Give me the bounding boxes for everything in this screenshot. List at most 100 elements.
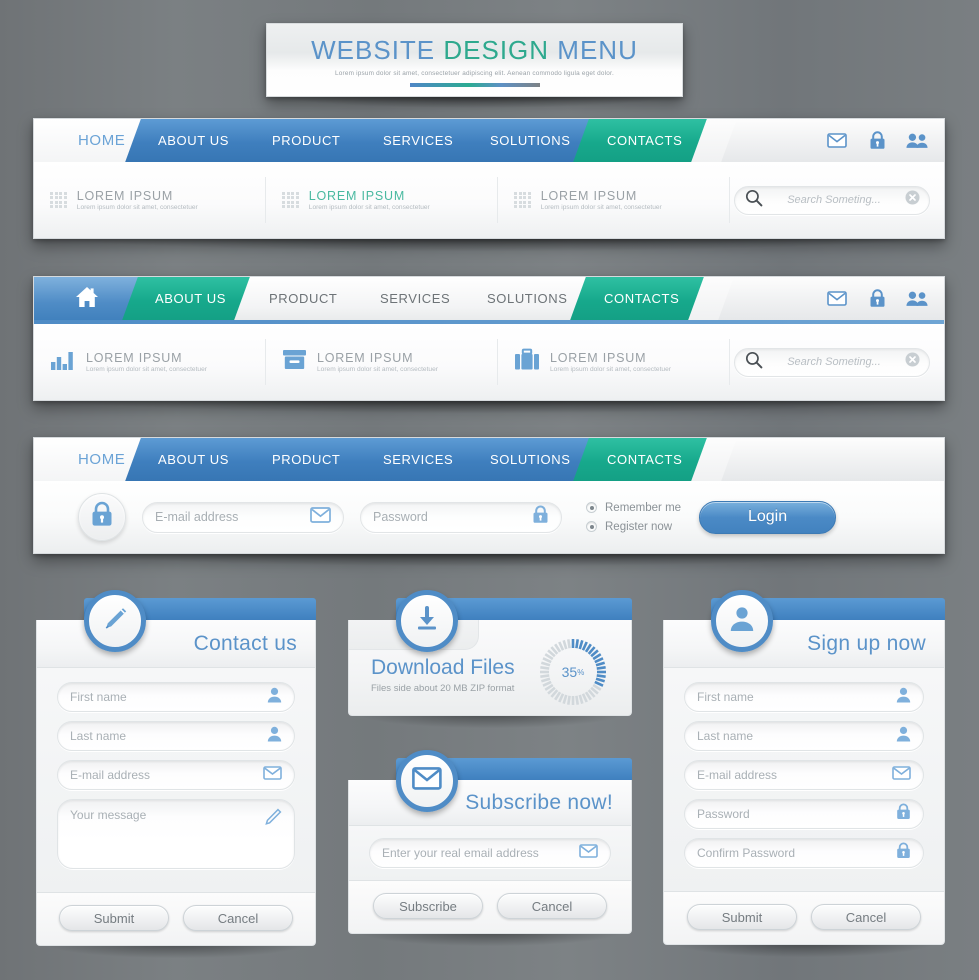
envelope-icon xyxy=(579,843,598,863)
signup-card-header: Sign up now xyxy=(663,620,945,668)
login-email-field[interactable]: E-mail address xyxy=(142,501,344,533)
subscribe-card-footer: Subscribe Cancel xyxy=(348,881,632,934)
subscribe-card-body: Enter your real email address xyxy=(348,826,632,881)
lock-icon[interactable] xyxy=(866,288,888,310)
navbar-1: HOME ABOUT US PRODUCT SERVICES SOLUTIONS… xyxy=(33,118,945,251)
contact-first-name-row: First name xyxy=(57,682,295,712)
contact-first-name-field[interactable]: First name xyxy=(57,682,295,712)
lock-icon[interactable] xyxy=(866,130,888,152)
contact-first-name-placeholder: First name xyxy=(70,690,127,704)
signup-email-field[interactable]: E-mail address xyxy=(684,760,924,790)
users-icon[interactable] xyxy=(906,288,928,310)
signup-first-name-field[interactable]: First name xyxy=(684,682,924,712)
subscribe-submit-button[interactable]: Subscribe xyxy=(373,893,483,919)
home-icon xyxy=(74,285,100,312)
user-icon xyxy=(729,605,755,637)
contact-submit-button[interactable]: Submit xyxy=(59,905,169,931)
lock-icon xyxy=(896,842,911,864)
nav2-feature-3[interactable]: LOREM IPSUM Lorem ipsum dolor sit amet, … xyxy=(498,339,730,385)
nav3-tab-contacts-label: CONTACTS xyxy=(607,452,684,467)
nav2-search-box[interactable]: Search Someting... xyxy=(734,347,930,377)
signup-submit-button[interactable]: Submit xyxy=(687,904,797,930)
nav2-feature-2-subtitle: Lorem ipsum dolor sit amet, consectetuer xyxy=(317,366,438,373)
pencil-icon xyxy=(265,808,282,830)
signup-last-name-placeholder: Last name xyxy=(697,729,754,743)
nav2-tab-services-label: SERVICES xyxy=(379,291,451,306)
envelope-icon[interactable] xyxy=(826,130,848,152)
contact-email-field[interactable]: E-mail address xyxy=(57,760,295,790)
nav1-feature-1[interactable]: LOREM IPSUM Lorem ipsum dolor sit amet, … xyxy=(34,177,266,223)
pencil-icon xyxy=(100,604,130,639)
signup-last-name-field[interactable]: Last name xyxy=(684,721,924,751)
contact-last-name-placeholder: Last name xyxy=(70,729,127,743)
login-options: Remember me Register now xyxy=(586,498,681,536)
register-now-label: Register now xyxy=(605,520,673,533)
envelope-icon[interactable] xyxy=(826,288,848,310)
nav1-feature-3-subtitle: Lorem ipsum dolor sit amet, consectetuer xyxy=(540,204,662,211)
signup-confirm-password-placeholder: Confirm Password xyxy=(697,846,796,860)
nav2-feature-2[interactable]: LOREM IPSUM Lorem ipsum dolor sit amet, … xyxy=(266,339,498,385)
contact-last-name-row: Last name xyxy=(57,721,295,751)
envelope-icon xyxy=(892,765,911,785)
nav2-feature-1-subtitle: Lorem ipsum dolor sit amet, consectetuer xyxy=(86,366,207,373)
navbar-1-tabs: HOME ABOUT US PRODUCT SERVICES SOLUTIONS… xyxy=(34,119,738,162)
nav1-feature-2[interactable]: LOREM IPSUM Lorem ipsum dolor sit amet, … xyxy=(266,177,498,223)
navbar-3-tabs: HOME ABOUT US PRODUCT SERVICES SOLUTIONS… xyxy=(34,438,738,481)
nav1-feature-3[interactable]: LOREM IPSUM Lorem ipsum dolor sit amet, … xyxy=(498,177,730,223)
nav1-tab-contacts-label: CONTACTS xyxy=(607,133,684,148)
navbar-1-body: LOREM IPSUM Lorem ipsum dolor sit amet, … xyxy=(34,162,944,238)
navbar-2-icons xyxy=(826,277,934,320)
grid-icon xyxy=(50,191,67,209)
contact-card-title: Contact us xyxy=(193,631,297,655)
signup-card-title: Sign up now xyxy=(807,631,926,655)
register-now-radio[interactable]: Register now xyxy=(586,517,681,536)
nav1-tab-home-label: HOME xyxy=(78,132,126,149)
subscribe-email-field[interactable]: Enter your real email address xyxy=(369,838,611,868)
download-card-badge xyxy=(396,590,458,652)
nav3-tab-services-label: SERVICES xyxy=(383,452,454,467)
login-password-field[interactable]: Password xyxy=(360,501,562,533)
contact-cancel-button[interactable]: Cancel xyxy=(183,905,293,931)
nav2-tab-contacts-label: CONTACTS xyxy=(604,291,680,306)
subscribe-cancel-button[interactable]: Cancel xyxy=(497,893,607,919)
signup-cancel-button[interactable]: Cancel xyxy=(811,904,921,930)
signup-card-badge xyxy=(711,590,773,652)
contact-last-name-field[interactable]: Last name xyxy=(57,721,295,751)
contact-message-field[interactable]: Your message xyxy=(57,799,295,869)
nav2-tab-product-label: PRODUCT xyxy=(268,291,338,306)
clear-icon[interactable] xyxy=(905,352,920,372)
nav1-feature-1-subtitle: Lorem ipsum dolor sit amet, consectetuer xyxy=(76,204,198,211)
contact-card-body: First name Last name E-mail address Your… xyxy=(36,668,316,893)
signup-confirm-password-field[interactable]: Confirm Password xyxy=(684,838,924,868)
nav1-feature-1-title: LOREM IPSUM xyxy=(76,189,174,203)
navbar-2-tabs: ABOUT US PRODUCT SERVICES SOLUTIONS CONT… xyxy=(34,277,734,320)
login-row: E-mail address Password Remember me Regi… xyxy=(34,481,944,553)
login-button[interactable]: Login xyxy=(699,500,837,534)
nav1-search-box[interactable]: Search Someting... xyxy=(734,185,930,215)
nav2-tab-solutions-label: SOLUTIONS xyxy=(486,291,568,306)
clear-icon[interactable] xyxy=(905,190,920,210)
navbar-3-login: HOME ABOUT US PRODUCT SERVICES SOLUTIONS… xyxy=(33,437,945,566)
radio-icon xyxy=(586,502,597,513)
download-card-title: Download Files xyxy=(371,656,515,679)
signup-password-field[interactable]: Password xyxy=(684,799,924,829)
navbar-1-icons xyxy=(826,119,934,162)
title-rule xyxy=(409,83,540,87)
lock-icon xyxy=(90,501,114,533)
nav1-search-placeholder: Search Someting... xyxy=(787,194,881,206)
remember-me-label: Remember me xyxy=(605,501,682,514)
nav2-feature-1[interactable]: LOREM IPSUM Lorem ipsum dolor sit amet, … xyxy=(34,339,266,385)
download-icon xyxy=(413,605,441,638)
envelope-icon xyxy=(263,765,282,785)
remember-me-radio[interactable]: Remember me xyxy=(586,498,681,517)
login-email-placeholder: E-mail address xyxy=(155,510,239,524)
grid-icon xyxy=(282,191,299,209)
signup-password-row: Password xyxy=(684,799,924,829)
nav1-tab-solutions-label: SOLUTIONS xyxy=(490,133,571,148)
contact-card-badge xyxy=(84,590,146,652)
download-files-card: Download Files Files side about 20 MB ZI… xyxy=(348,590,632,728)
nav3-tab-product-label: PRODUCT xyxy=(272,452,341,467)
nav1-tab-product-label: PRODUCT xyxy=(272,133,341,148)
users-icon[interactable] xyxy=(906,130,928,152)
navbar-2-tabstrip: ABOUT US PRODUCT SERVICES SOLUTIONS CONT… xyxy=(34,277,944,320)
